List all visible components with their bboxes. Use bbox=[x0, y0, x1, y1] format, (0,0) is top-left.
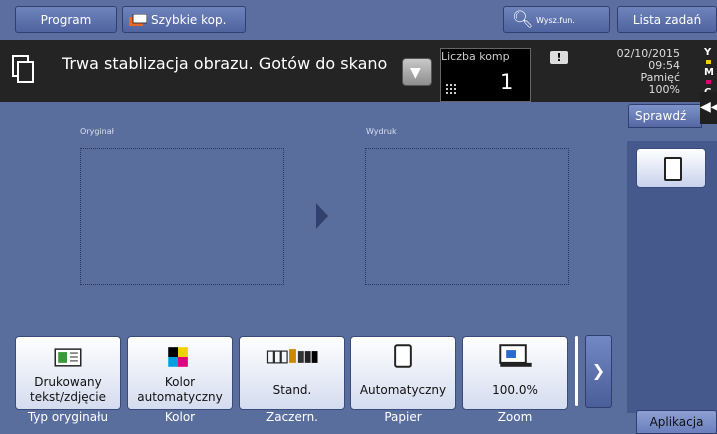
color-value: Kolor automatyczny bbox=[137, 375, 223, 404]
chevron-right-icon: ❯ bbox=[591, 361, 606, 380]
zoom-key[interactable]: 100.0% bbox=[462, 336, 568, 410]
key-scroll-divider bbox=[575, 336, 578, 406]
color-icon bbox=[168, 347, 188, 367]
copy-mode-icon bbox=[12, 55, 34, 83]
quick-copy-button[interactable]: Szybkie kop. bbox=[122, 6, 246, 33]
next-keys-button[interactable]: ❯ bbox=[585, 335, 612, 408]
search-icon: 🔍︎ bbox=[512, 10, 534, 30]
density-icon bbox=[266, 349, 318, 364]
search-function-button[interactable]: 🔍︎ Wysz.fun. bbox=[503, 6, 610, 33]
search-label: Wysz.fun. bbox=[536, 16, 575, 25]
density-value: Stand. bbox=[272, 383, 312, 397]
collapse-panel-button[interactable]: ◀◀ bbox=[700, 92, 717, 124]
original-type-label: Typ oryginału bbox=[27, 410, 109, 424]
original-type-key[interactable]: Drukowany tekst/zdjęcie bbox=[15, 336, 121, 410]
program-button[interactable]: Program bbox=[15, 6, 117, 33]
output-label: Wydruk bbox=[366, 127, 397, 136]
copies-value: 1 bbox=[500, 70, 514, 94]
quick-copy-icon bbox=[129, 14, 147, 26]
color-label: Kolor bbox=[164, 410, 196, 424]
job-list-button[interactable]: Lista zadań bbox=[617, 6, 717, 33]
original-label: Oryginał bbox=[80, 127, 114, 136]
quick-copy-label: Szybkie kop. bbox=[151, 13, 227, 27]
toner-y-bar bbox=[706, 60, 711, 64]
zoom-label: Zoom bbox=[497, 410, 533, 424]
status-message: Trwa stablizacja obrazu. Gotów do skano bbox=[62, 54, 388, 73]
paper-label: Papier bbox=[384, 410, 422, 424]
message-expand-button[interactable]: ▼ bbox=[402, 58, 432, 86]
density-label: Zaczern. bbox=[266, 410, 318, 424]
memory-value: 100% bbox=[648, 83, 680, 96]
paper-key[interactable]: Automatyczny bbox=[350, 336, 456, 410]
toner-y-label: Y bbox=[704, 47, 712, 58]
keypad-icon bbox=[446, 84, 456, 94]
copies-label: Liczba komp bbox=[441, 50, 510, 63]
zoom-value: 100.0% bbox=[492, 383, 538, 397]
output-preview bbox=[365, 148, 569, 285]
color-key[interactable]: Kolor automatyczny bbox=[127, 336, 233, 410]
check-settings-tab[interactable]: Sprawdź bbox=[628, 104, 702, 128]
density-key[interactable]: Stand. bbox=[239, 336, 345, 410]
double-chevron-left-icon: ◀◀ bbox=[700, 99, 717, 115]
chevron-down-icon: ▼ bbox=[410, 65, 421, 81]
applications-tab[interactable]: Aplikacja bbox=[636, 410, 717, 434]
arrow-right-icon bbox=[316, 203, 328, 229]
document-icon bbox=[664, 157, 682, 181]
original-type-value: Drukowany tekst/zdjęcie bbox=[30, 375, 106, 404]
warning-icon[interactable]: ! bbox=[550, 51, 568, 64]
toner-m-label: M bbox=[704, 67, 714, 78]
document-preview-button[interactable] bbox=[636, 148, 706, 188]
toner-m-bar bbox=[706, 80, 711, 84]
paper-value: Automatyczny bbox=[359, 383, 447, 397]
zoom-icon bbox=[499, 344, 532, 367]
original-preview bbox=[80, 148, 284, 285]
paper-icon bbox=[394, 344, 412, 368]
text-photo-icon bbox=[54, 348, 82, 367]
